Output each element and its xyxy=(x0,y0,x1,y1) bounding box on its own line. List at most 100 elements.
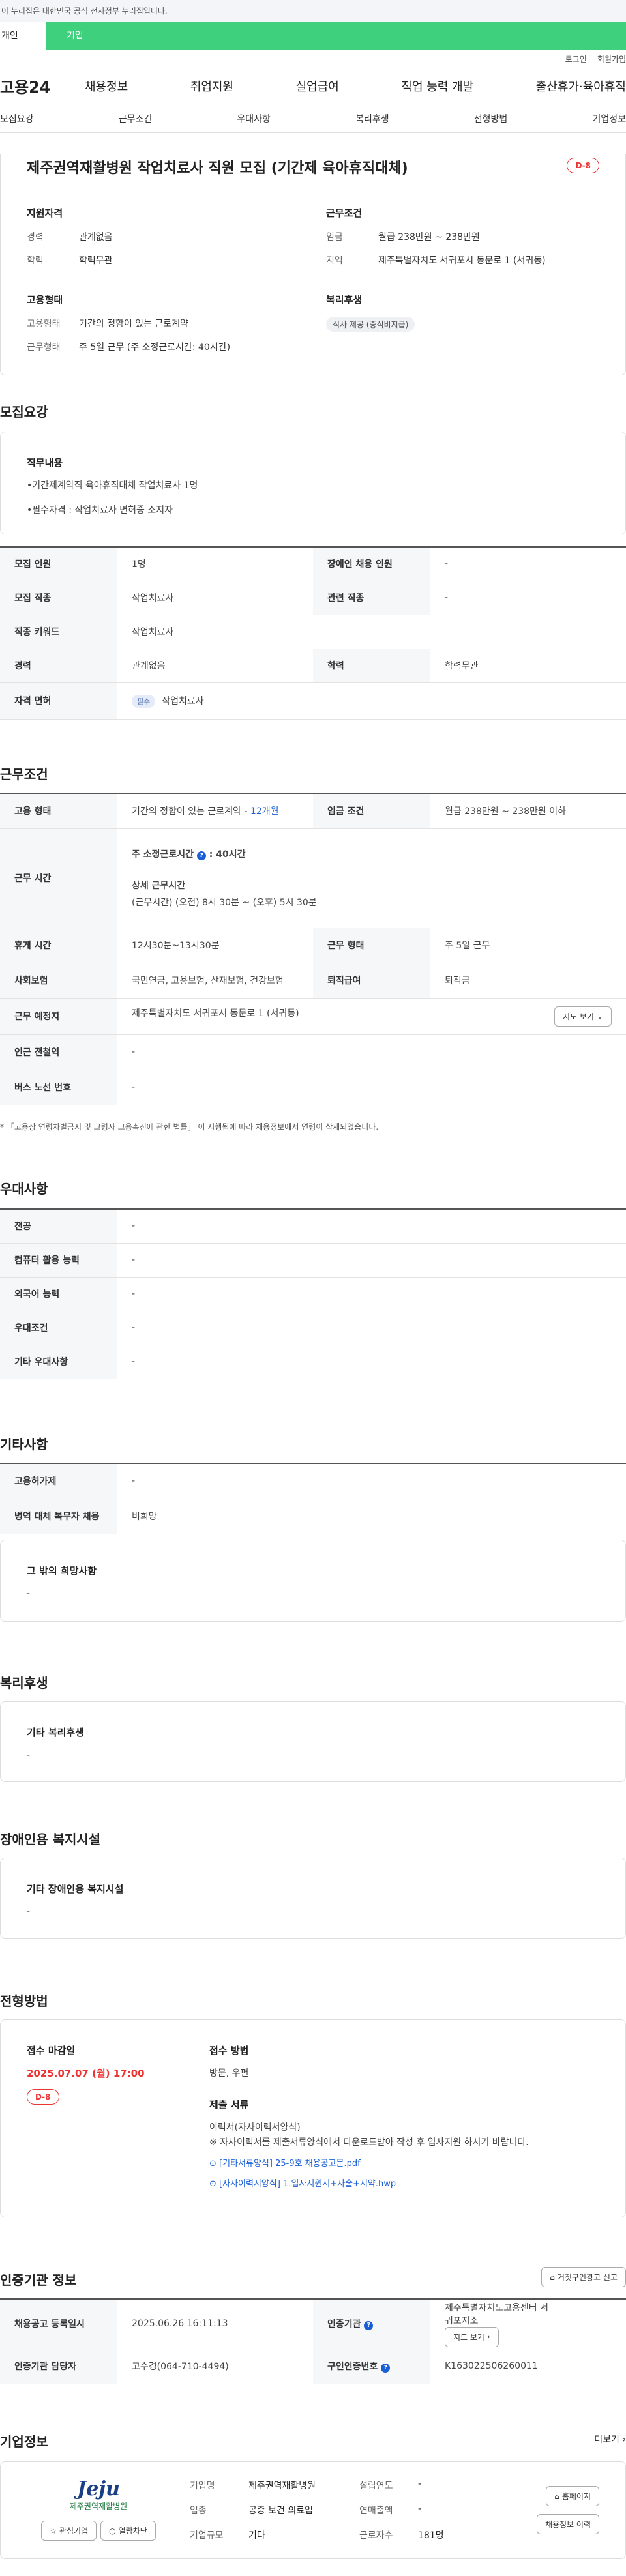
work-table: 고용 형태 기간의 정함이 있는 근로계약 - 12개월 임금 조건 월급 23… xyxy=(0,793,626,1105)
homepage-label: 홈페이지 xyxy=(561,2492,591,2501)
anchor-recruit[interactable]: 모집요강 xyxy=(0,112,34,125)
docs-line-2: ※ 자사이력서를 제출서류양식에서 다운로드받아 작성 후 입사지원 하시기 바… xyxy=(209,2137,529,2148)
th-insurance: 사회보험 xyxy=(0,963,117,999)
detail-hours-heading: 상세 근무시간 xyxy=(132,881,186,891)
download-icon: ⊙ xyxy=(209,2179,216,2189)
duty-line-1: •기간제계약직 육아휴직대체 작업치료사 1명 xyxy=(27,480,198,491)
pref-table: 전공 - 컴퓨터 활용 능력 - 외국어 능력 - 우대조건 - 기타 우대사항 - xyxy=(0,1208,626,1379)
th-station: 인근 전철역 xyxy=(0,1034,117,1070)
th-license: 자격 면허 xyxy=(0,682,117,720)
nav-jobs[interactable]: 채용정보 xyxy=(85,78,128,95)
nav-maternity-leave[interactable]: 출산휴가·육아휴직 xyxy=(536,78,626,95)
label-employment-type: 고용형태 xyxy=(27,319,61,329)
company-logo: Jeju xyxy=(77,2478,120,2500)
table-row: 사회보험 국민연금, 고용보험, 산재보험, 건강보험 퇴직급여 퇴직금 xyxy=(0,963,626,999)
th-location: 근무 예정지 xyxy=(0,998,117,1035)
age-notice: * 「고용상 연령차별금지 및 고령자 고용촉진에 관한 법률」 이 시행됨에 … xyxy=(0,1122,379,1132)
anchor-pref[interactable]: 우대사항 xyxy=(237,112,271,125)
qualification-heading: 지원자격 xyxy=(27,207,63,219)
label-founded: 설립연도 xyxy=(359,2481,393,2491)
star-icon: ☆ xyxy=(50,2526,57,2536)
th-posted-at: 채용공고 등록일시 xyxy=(0,2299,117,2349)
table-row: 모집 직종 작업치료사 관련 직종 - xyxy=(0,581,626,615)
utility-links: 로그인 회원가입 xyxy=(0,50,626,68)
td-bus: - xyxy=(117,1070,626,1105)
homepage-button[interactable]: ⌂ 홈페이지 xyxy=(546,2486,599,2506)
anchor-selection[interactable]: 전형방법 xyxy=(474,112,508,125)
anchor-company[interactable]: 기업정보 xyxy=(592,112,626,125)
td-wage: 월급 238만원 ~ 238만원 이하 xyxy=(430,793,626,829)
th-job-type: 모집 직종 xyxy=(0,581,117,615)
block-company-button[interactable]: ○ 열람차단 xyxy=(100,2521,156,2541)
label-education: 학력 xyxy=(27,256,44,266)
td-cert-agency: 제주특별자치도고용센터 서귀포지소 지도 보기 › xyxy=(430,2299,626,2349)
help-icon[interactable]: ? xyxy=(196,851,206,860)
tab-company[interactable]: 기업 xyxy=(46,22,626,50)
table-row: 인증기관 담당자 고수경(064-710-4494) 구인인증번호 ? K163… xyxy=(0,2349,626,2384)
etc-section-title: 기타사항 xyxy=(0,1437,48,1452)
file-link-1[interactable]: ⊙ [기타서류양식] 25-9호 채용공고문.pdf xyxy=(209,2156,599,2169)
download-icon: ⊙ xyxy=(209,2159,216,2169)
conditions-heading: 근무조건 xyxy=(326,207,363,219)
value-founded: - xyxy=(418,2479,422,2489)
th-education: 학력 xyxy=(313,649,430,683)
file-link-2[interactable]: ⊙ [자사이력서양식] 1.입사지원서+자술+서약.hwp xyxy=(209,2176,599,2189)
help-icon[interactable]: ? xyxy=(364,2321,374,2331)
site-logo[interactable]: 고용24 xyxy=(0,74,72,97)
table-row: 모집 인원 1명 장애인 채용 인원 - xyxy=(0,547,626,581)
th-work-form: 근무 형태 xyxy=(313,928,430,963)
file-name-1: [기타서류양식] 25-9호 채용공고문.pdf xyxy=(219,2159,361,2169)
selection-box: 접수 마감일 2025.07.07 (월) 17:00 D-8 접수 방법 방문… xyxy=(0,2019,626,2217)
login-link[interactable]: 로그인 xyxy=(565,53,587,65)
td-work-hours: 주 소정근로시간 ? : 40시간 상세 근무시간 (근무시간) (오전) 8시… xyxy=(117,828,626,928)
th-language: 외국어 능력 xyxy=(0,1277,117,1311)
cert-section-title: 인증기관 정보 xyxy=(0,2272,77,2288)
job-history-button[interactable]: 채용정보 이력 xyxy=(536,2514,599,2534)
company-more-label: 더보기 xyxy=(594,2435,619,2445)
label-career: 경력 xyxy=(27,232,44,242)
page: 이 누리집은 대한민국 공식 전자정부 누리집입니다. 개인 기업 로그인 회원… xyxy=(0,0,626,2576)
job-title: 제주권역재활병원 작업치료사 직원 모집 (기간제 육아휴직대체) xyxy=(27,160,408,177)
company-logo-sub: 제주권역재활병원 xyxy=(69,2502,128,2511)
recruit-section-title: 모집요강 xyxy=(0,404,48,420)
selection-section-title: 전형방법 xyxy=(0,1993,48,2009)
th-rest: 휴게 시간 xyxy=(0,928,117,963)
th-wage: 임금 조건 xyxy=(313,793,430,829)
anchor-work[interactable]: 근무조건 xyxy=(119,112,153,125)
th-agency-contact: 인증기관 담당자 xyxy=(0,2349,117,2384)
td-work-permit: - xyxy=(117,1463,626,1499)
weekly-hours-value: : 40시간 xyxy=(209,849,246,860)
table-row: 고용허가제 - xyxy=(0,1463,626,1499)
agency-map-button[interactable]: 지도 보기 › xyxy=(445,2326,499,2347)
license-value: 작업치료사 xyxy=(162,695,204,707)
th-major: 전공 xyxy=(0,1209,117,1244)
label-revenue: 연매출액 xyxy=(359,2506,393,2516)
table-row: 근무 예정지 제주특별자치도 서귀포시 동문로 1 (서귀동) 지도 보기 ⌄ xyxy=(0,998,626,1035)
cert-number-label: 구인인증번호 xyxy=(327,2362,378,2372)
label-region: 지역 xyxy=(326,256,343,266)
help-icon[interactable]: ? xyxy=(381,2364,391,2373)
deadline-heading: 접수 마감일 xyxy=(27,2045,76,2056)
td-rest: 12시30분~13시30분 xyxy=(117,928,313,963)
table-row: 휴게 시간 12시30분~13시30분 근무 형태 주 5일 근무 xyxy=(0,928,626,963)
td-headcount: 1명 xyxy=(117,547,313,581)
td-license: 필수 작업치료사 xyxy=(117,682,626,720)
td-location: 제주특별자치도 서귀포시 동문로 1 (서귀동) 지도 보기 ⌄ xyxy=(117,998,626,1035)
report-fake-ad-button[interactable]: ⌂ 거짓구인광고 신고 xyxy=(541,2267,626,2287)
map-view-button[interactable]: 지도 보기 ⌄ xyxy=(554,1006,612,1027)
company-section-title: 기업정보 xyxy=(0,2434,48,2450)
company-more-link[interactable]: 더보기 › xyxy=(594,2433,626,2446)
nav-vocational-training[interactable]: 직업 능력 개발 xyxy=(401,78,473,95)
report-label: 거짓구인광고 신고 xyxy=(557,2273,618,2282)
signup-link[interactable]: 회원가입 xyxy=(597,53,626,65)
welfare-box: 기타 복리후생 - xyxy=(0,1701,626,1782)
td-career: 관계없음 xyxy=(117,649,313,683)
nav-unemployment-benefit[interactable]: 실업급여 xyxy=(296,78,339,95)
anchor-welfare[interactable]: 복리후생 xyxy=(355,112,389,125)
label-company-name: 기업명 xyxy=(190,2481,215,2491)
favorite-company-button[interactable]: ☆ 관심기업 xyxy=(41,2521,97,2541)
tab-personal[interactable]: 개인 xyxy=(0,22,46,50)
nav-employment-support[interactable]: 취업지원 xyxy=(190,78,233,95)
etc-wish-box: 그 밖의 희망사항 - xyxy=(0,1540,626,1622)
value-employment-type: 기간의 정함이 있는 근로계약 xyxy=(79,319,188,329)
